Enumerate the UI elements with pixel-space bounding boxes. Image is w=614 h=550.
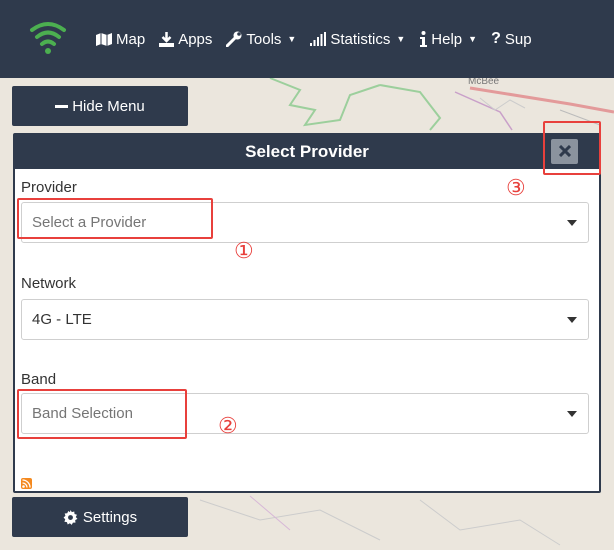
download-icon [159, 31, 175, 47]
gear-icon [63, 509, 78, 525]
band-label: Band [21, 371, 57, 388]
rss-icon[interactable] [21, 478, 32, 489]
nav-support-label: Sup [504, 30, 532, 48]
info-icon [419, 31, 428, 47]
chevron-down-icon [567, 220, 577, 226]
annotation-box-band [17, 389, 187, 439]
network-label: Network [21, 275, 77, 292]
annotation-box-provider [17, 198, 213, 239]
nav-apps[interactable]: Apps [159, 31, 212, 48]
top-navbar: Map Apps Tools ▼ Statistics ▼ Help ▼ ? S… [0, 0, 614, 78]
minus-icon [55, 104, 69, 108]
chevron-down-icon [567, 411, 577, 417]
chevron-down-icon: ▼ [287, 34, 297, 44]
annotation-box-close [543, 121, 601, 175]
nav-map[interactable]: Map [96, 31, 145, 48]
question-icon: ? [491, 30, 501, 47]
wifi-signal-icon[interactable] [28, 18, 68, 58]
network-value: 4G - LTE [32, 311, 92, 328]
chevron-down-icon [567, 317, 577, 323]
settings-button[interactable]: Settings [12, 497, 188, 537]
chevron-down-icon: ▼ [396, 34, 406, 44]
annotation-number-one: ① [234, 238, 254, 263]
network-select[interactable]: 4G - LTE [21, 299, 589, 340]
map-icon [96, 32, 112, 46]
provider-label: Provider [21, 179, 77, 196]
wrench-icon [226, 31, 242, 47]
modal-title: Select Provider [245, 142, 369, 161]
nav-statistics-label: Statistics [330, 30, 391, 48]
nav-support[interactable]: ? Sup [491, 30, 531, 48]
nav-tools-label: Tools [246, 30, 282, 48]
modal-header: Select Provider [15, 135, 599, 169]
signal-bars-icon [310, 32, 327, 46]
nav-apps-label: Apps [178, 30, 213, 48]
nav-statistics[interactable]: Statistics ▼ [310, 31, 405, 48]
nav-help-label: Help [431, 30, 463, 48]
chevron-down-icon: ▼ [468, 34, 478, 44]
nav-help[interactable]: Help ▼ [419, 31, 477, 48]
settings-label: Settings [82, 508, 138, 526]
nav-map-label: Map [116, 30, 146, 48]
hide-menu-button[interactable]: Hide Menu [12, 86, 188, 126]
annotation-number-three: ③ [506, 175, 526, 200]
annotation-number-two: ② [218, 413, 238, 438]
nav-tools[interactable]: Tools ▼ [226, 31, 296, 48]
hide-menu-label: Hide Menu [72, 97, 145, 115]
